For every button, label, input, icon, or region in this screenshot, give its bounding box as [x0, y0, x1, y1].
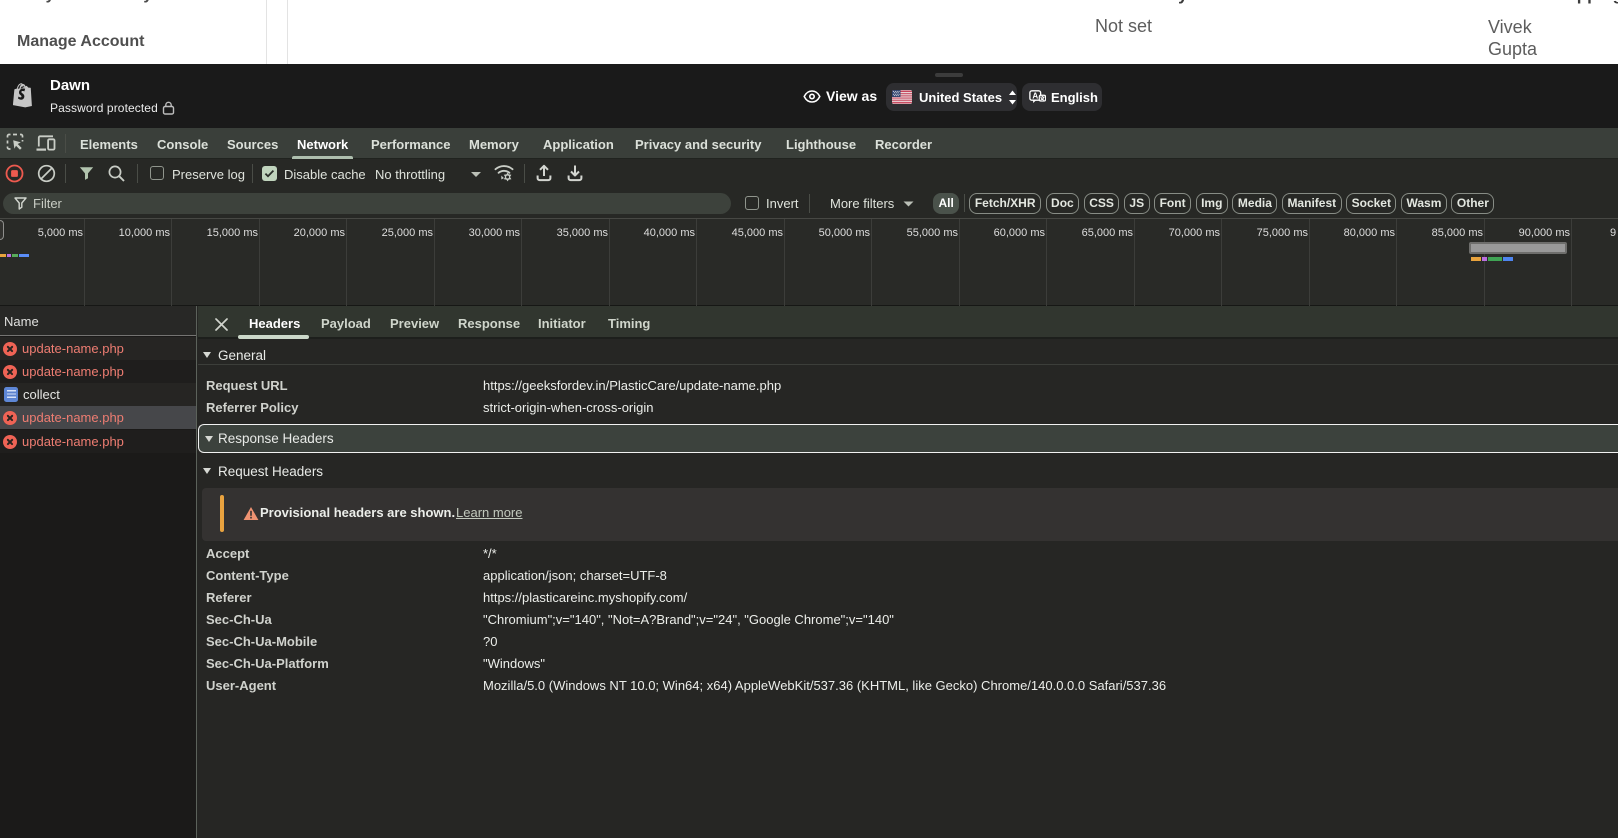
svg-text:A: A: [1032, 91, 1038, 100]
